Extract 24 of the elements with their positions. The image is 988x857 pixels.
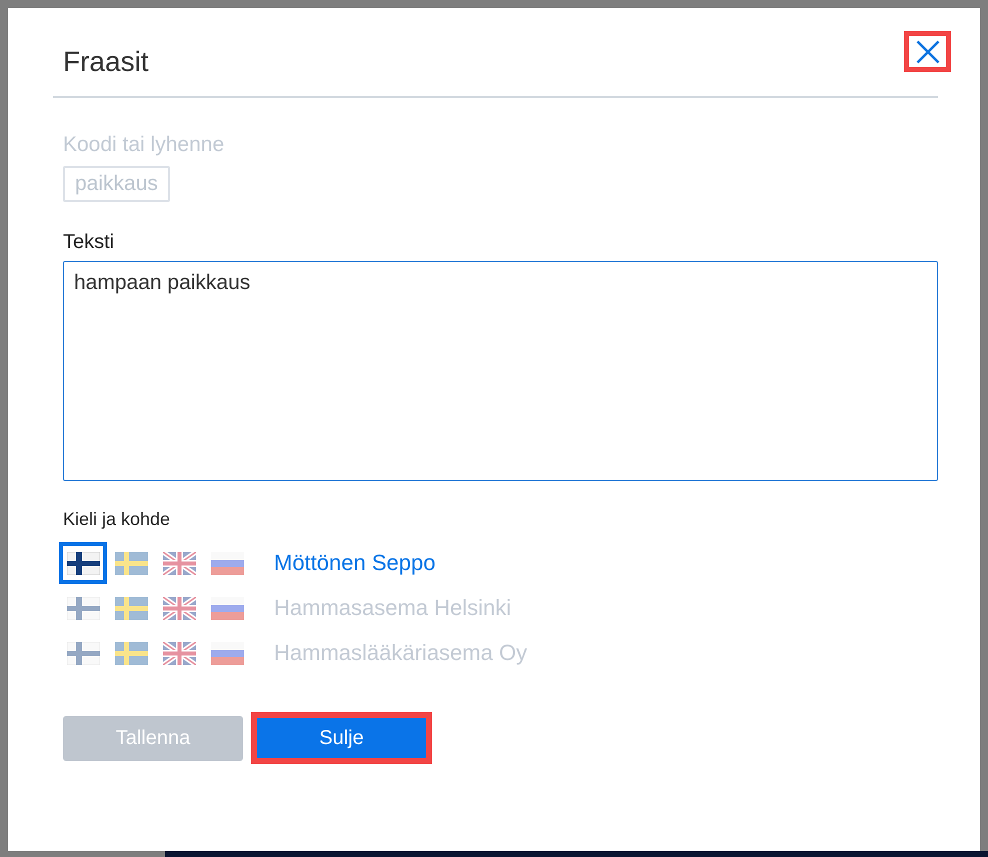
field-label: Koodi tai lyhenne [63, 133, 224, 157]
action-button[interactable]: Sulje [251, 712, 432, 764]
sweden-flag-icon [114, 642, 148, 664]
dialog-title: Fraasit [63, 45, 149, 79]
uk-flag-icon [162, 596, 196, 620]
russia-flag-icon [210, 596, 244, 620]
uk-flag-icon [162, 552, 196, 574]
text-area[interactable]: hampaan paikkaus [63, 261, 938, 481]
flag-button[interactable] [59, 542, 107, 584]
finland-flag-icon [66, 552, 100, 574]
uk-flag-icon [162, 642, 196, 664]
sweden-flag-icon [114, 596, 148, 620]
russia-flag-icon [210, 642, 244, 664]
target-name[interactable]: Möttönen Seppo [274, 550, 436, 576]
section-label: Kieli ja kohde [63, 509, 170, 530]
russia-flag-icon [210, 552, 244, 574]
finland-flag-icon [66, 596, 100, 620]
close-icon [916, 40, 940, 64]
sweden-flag-icon [114, 552, 148, 574]
close-button[interactable] [904, 31, 951, 72]
target-name[interactable]: Hammasasema Helsinki [274, 595, 512, 621]
field-label: Teksti [63, 231, 114, 254]
target-name[interactable]: Hammaslääkäriasema Oy [274, 640, 528, 666]
finland-flag-icon [66, 642, 100, 664]
